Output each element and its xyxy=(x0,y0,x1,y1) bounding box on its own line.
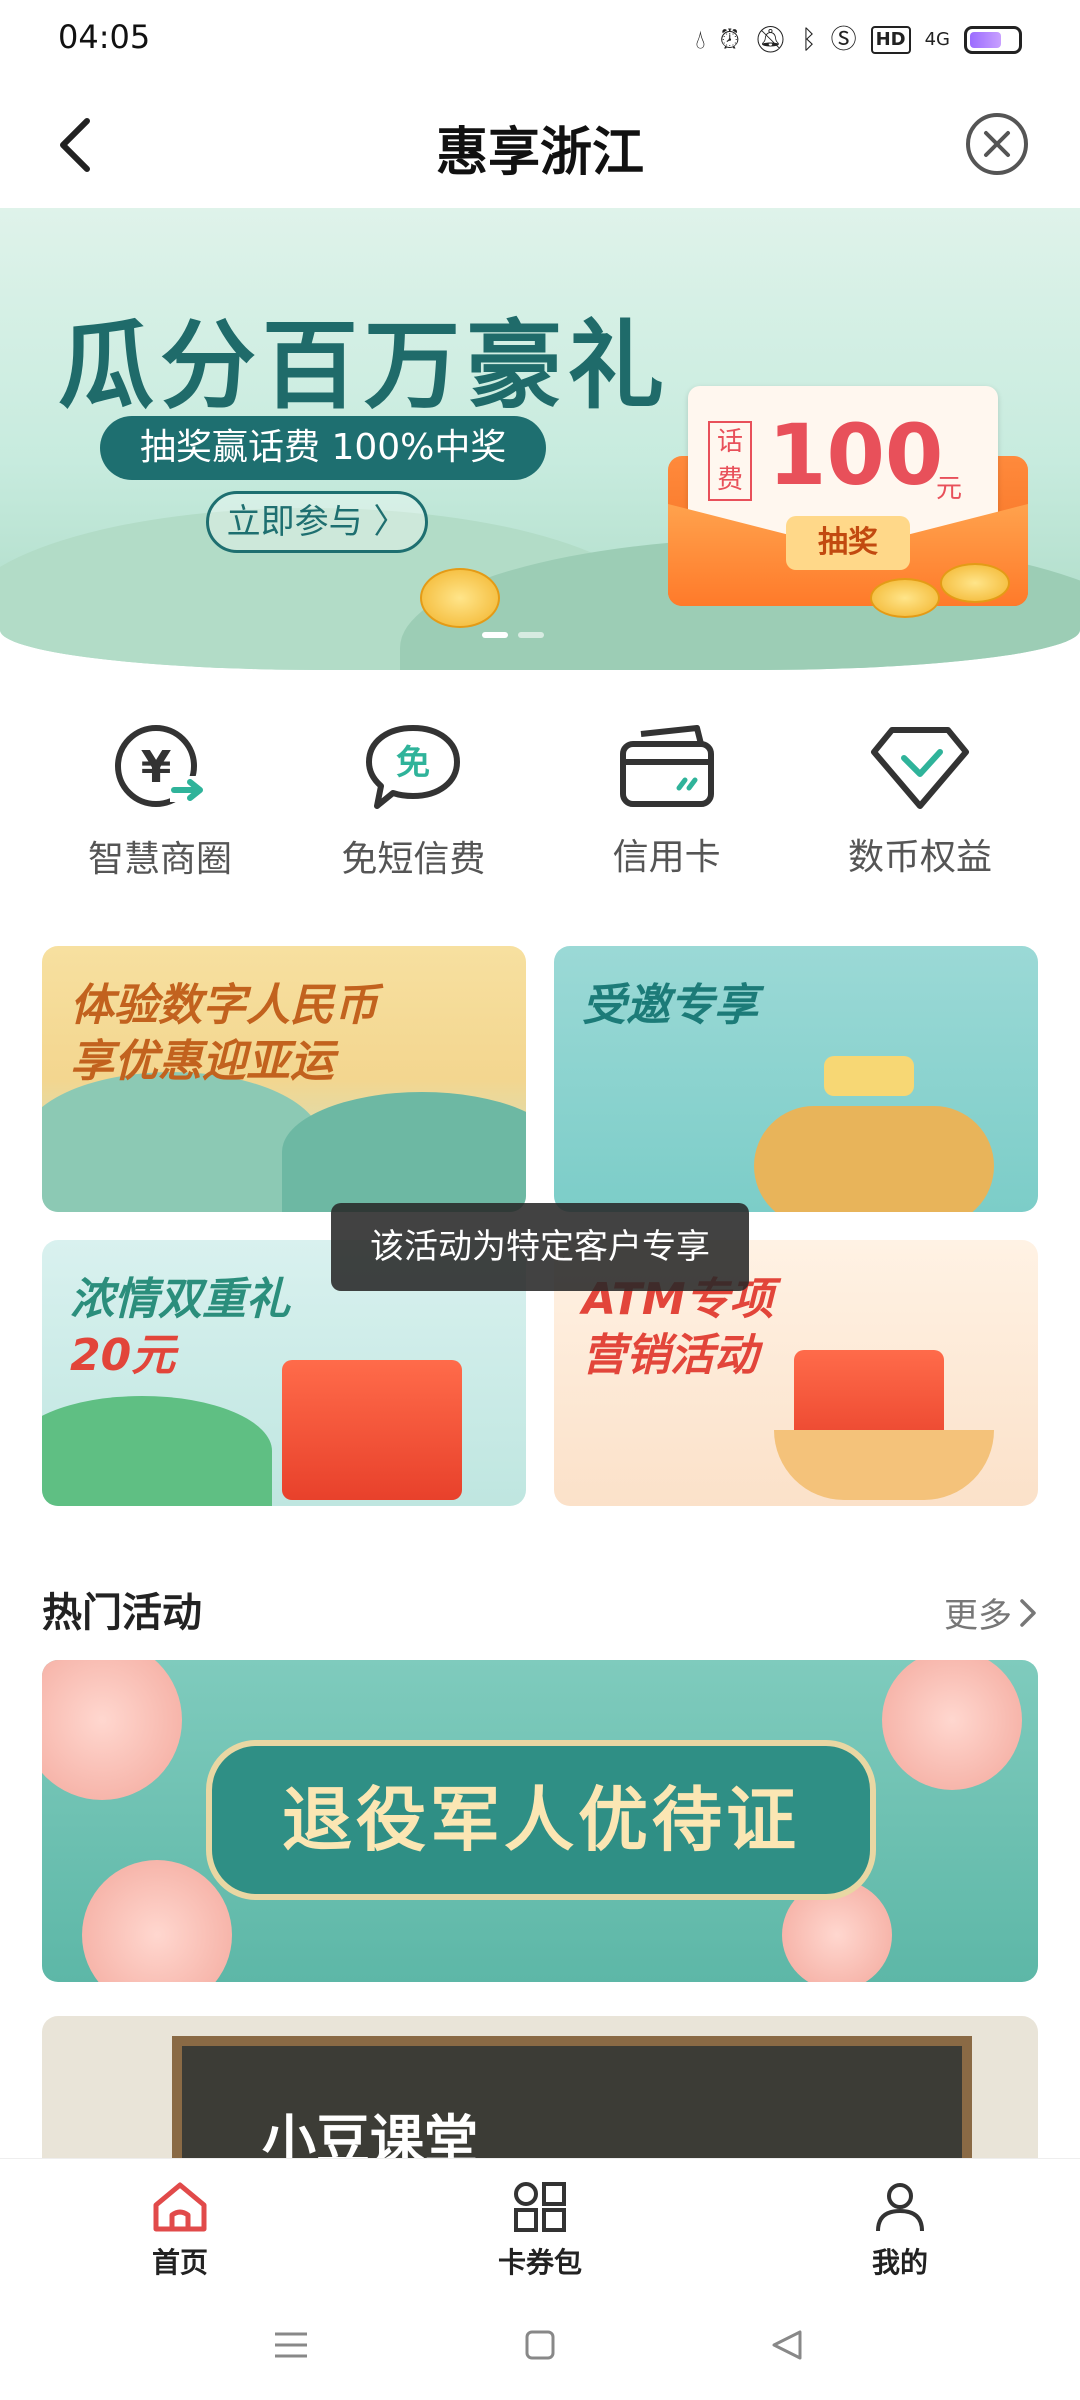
quick-label: 信用卡 xyxy=(612,837,721,878)
status-time: 04:05 xyxy=(58,18,151,56)
status-icons: 💧︎ ⏰︎ 🔕︎ ᛒ Ⓢ HD 4G xyxy=(695,22,1022,58)
mute-icon: 🔕︎ xyxy=(753,25,787,55)
voucher-unit: 元 xyxy=(936,474,963,504)
quick-label: 免短信费 xyxy=(341,839,486,880)
square-icon xyxy=(525,2330,555,2360)
shield-s-icon: Ⓢ xyxy=(830,25,857,55)
close-icon xyxy=(984,131,1010,157)
system-nav-bar xyxy=(0,2288,1080,2400)
coin-icon xyxy=(420,568,500,628)
page-title: 惠享浙江 xyxy=(435,123,644,183)
carousel-dot xyxy=(518,632,544,638)
more-label: 更多 xyxy=(944,1596,1012,1636)
close-button[interactable] xyxy=(966,113,1028,175)
banner-title: 退役军人优待证 xyxy=(282,1779,800,1861)
system-back-button[interactable] xyxy=(762,2320,812,2370)
join-now-button[interactable]: 立即参与 〉 xyxy=(206,491,428,553)
quick-item-credit-card[interactable]: 信用卡 xyxy=(547,720,787,880)
hero-banner[interactable]: 瓜分百万豪礼 抽奖赢话费 100%中奖 立即参与 〉 话费 100 元 抽奖 xyxy=(0,208,1080,670)
home-icon xyxy=(153,2182,207,2232)
hd-icon: HD xyxy=(870,26,911,54)
voucher-amount: 100 xyxy=(768,406,944,504)
quick-label: 智慧商圈 xyxy=(87,839,232,880)
more-link[interactable]: 更多 xyxy=(944,1588,1038,1637)
quick-label: 数币权益 xyxy=(847,837,992,878)
quick-item-free-sms[interactable]: 免 免短信费 xyxy=(293,720,533,880)
nav-bar: 惠享浙江 xyxy=(0,80,1080,210)
tab-home[interactable]: 首页 xyxy=(0,2159,360,2288)
hot-banner-veteran[interactable]: 退役军人优待证 xyxy=(42,1660,1038,1982)
menu-icon xyxy=(275,2332,307,2358)
carousel-dot xyxy=(482,632,508,638)
gift-box-icon xyxy=(282,1360,462,1500)
voucher-tag: 话费 xyxy=(708,421,752,501)
signal-icon: 4G xyxy=(924,29,950,50)
triangle-back-icon xyxy=(772,2330,802,2360)
promo-title: 浓情双重礼 xyxy=(70,1274,290,1325)
quick-item-digital-currency[interactable]: 数币权益 xyxy=(800,720,1040,880)
diamond-icon xyxy=(870,720,970,814)
alarm-icon: ⏰︎ xyxy=(719,25,740,55)
yuan-arrow-icon: ¥ xyxy=(110,720,210,816)
promo-title: 体验数字人民币 xyxy=(70,980,378,1031)
bottom-tab-bar: 首页 卡券包 我的 xyxy=(0,2158,1080,2288)
promo-subtitle: 营销活动 xyxy=(582,1330,758,1381)
battery-icon xyxy=(964,26,1022,54)
bluetooth-icon: ᛒ xyxy=(800,25,817,55)
tab-coupons[interactable]: 卡券包 xyxy=(360,2159,720,2288)
coin-icon xyxy=(940,563,1010,603)
promo-card-invited[interactable]: 受邀专享 xyxy=(554,946,1038,1212)
tab-label: 卡券包 xyxy=(497,2246,582,2279)
promo-card-digital-rmb[interactable]: 体验数字人民币 享优惠迎亚运 xyxy=(42,946,526,1212)
tab-label: 首页 xyxy=(151,2246,208,2279)
chevron-right-icon xyxy=(1020,1598,1036,1627)
grid-icon xyxy=(514,2182,566,2232)
promo-subtitle: 享优惠迎亚运 xyxy=(70,1036,334,1087)
svg-text:免: 免 xyxy=(396,743,430,783)
coin-icon xyxy=(870,578,940,618)
lottery-button[interactable]: 抽奖 xyxy=(786,516,910,570)
hero-subtitle: 抽奖赢话费 100%中奖 xyxy=(100,416,547,480)
tab-mine[interactable]: 我的 xyxy=(720,2159,1080,2288)
svg-text:¥: ¥ xyxy=(141,742,172,793)
carousel-dots xyxy=(482,632,544,638)
hero-title: 瓜分百万豪礼 xyxy=(58,309,670,422)
drop-icon: 💧︎ xyxy=(695,25,706,55)
credit-card-icon xyxy=(617,720,717,814)
profile-icon xyxy=(876,2183,924,2232)
promo-title: 受邀专享 xyxy=(582,980,758,1031)
tab-label: 我的 xyxy=(871,2246,928,2279)
toast-message: 该活动为特定客户专享 xyxy=(331,1203,749,1291)
section-title-hot: 热门活动 xyxy=(42,1590,202,1636)
home-button[interactable] xyxy=(515,2320,565,2370)
menu-button[interactable] xyxy=(266,2320,316,2370)
ticket-icon xyxy=(824,1056,914,1096)
promo-subtitle: 20元 xyxy=(70,1330,176,1381)
free-sms-icon: 免 xyxy=(363,720,463,816)
status-bar: 04:05 💧︎ ⏰︎ 🔕︎ ᛒ Ⓢ HD 4G xyxy=(0,0,1080,80)
quick-entries: ¥ 智慧商圈 免 免短信费 信用卡 数币权益 xyxy=(40,720,1040,880)
quick-item-smart-business[interactable]: ¥ 智慧商圈 xyxy=(40,720,280,880)
